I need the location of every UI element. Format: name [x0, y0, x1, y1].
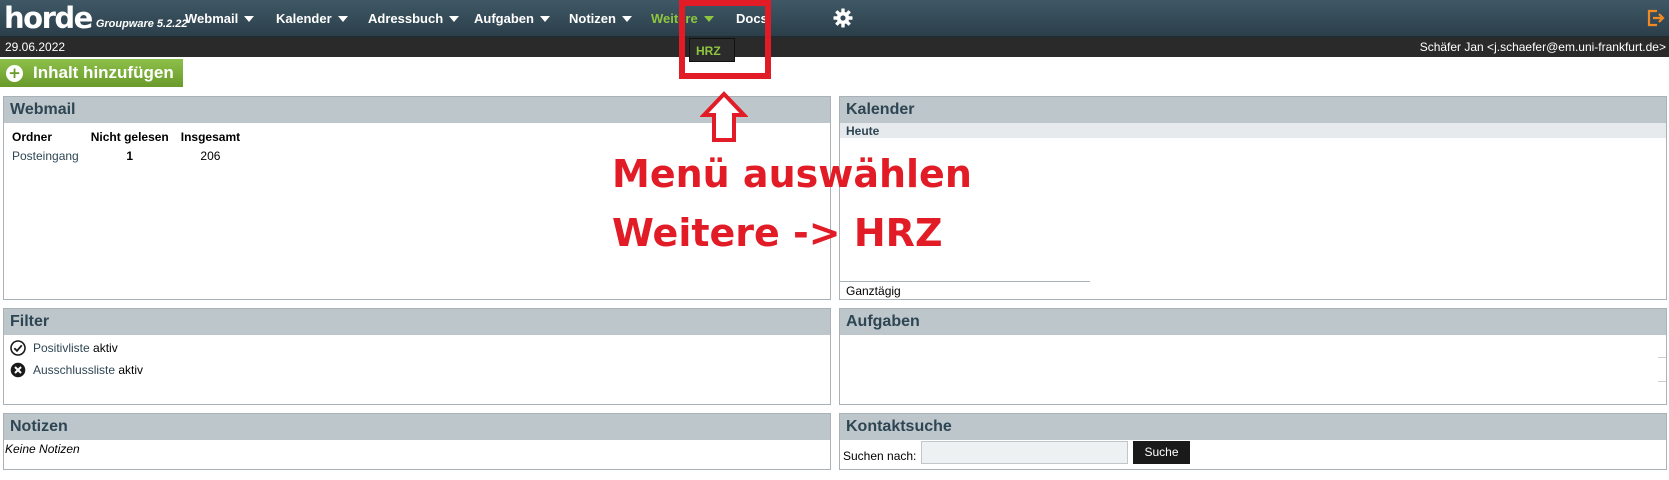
add-content-button[interactable]: + Inhalt hinzufügen — [0, 59, 183, 87]
annotation-line-2: Weitere -> HRZ — [612, 211, 943, 255]
horde-logo[interactable]: horde Groupware 5.2.22 — [4, 0, 188, 37]
top-navigation-bar: horde Groupware 5.2.22 Webmail Kalender … — [0, 0, 1669, 37]
current-date: 29.06.2022 — [5, 40, 66, 54]
kalender-portlet-title: Kalender — [840, 97, 1666, 123]
chevron-down-icon — [244, 15, 255, 22]
notizen-portlet: Notizen Keine Notizen — [3, 413, 831, 470]
all-day-label: Ganztägig — [840, 281, 1090, 300]
empty-notes-text: Keine Notizen — [5, 442, 80, 456]
logo-version: Groupware 5.2.22 — [95, 18, 188, 30]
kalender-portlet: Kalender Heute Ganztägig — [839, 96, 1667, 300]
logout-icon[interactable] — [1646, 8, 1666, 28]
list-item: Positivliste aktiv — [10, 340, 118, 356]
divider — [1658, 357, 1666, 358]
aufgaben-portlet: Aufgaben — [839, 308, 1667, 405]
unread-count: 1 — [126, 149, 134, 163]
aufgaben-portlet-title: Aufgaben — [840, 309, 1666, 335]
plus-circle-icon: + — [6, 64, 23, 82]
column-header-total: Insgesamt — [180, 130, 241, 144]
nav-aufgaben-label: Aufgaben — [474, 11, 534, 26]
filter-status: aktiv — [118, 363, 144, 377]
list-item: Ausschlussliste aktiv — [10, 362, 143, 378]
notizen-portlet-title: Notizen — [4, 414, 830, 440]
logo-word: horde — [4, 1, 93, 35]
chevron-down-icon — [621, 15, 632, 22]
folder-link-posteingang[interactable]: Posteingang — [12, 149, 79, 163]
kontaktsuche-portlet-title: Kontaktsuche — [840, 414, 1666, 440]
table-header-row: Ordner Nicht gelesen Insgesamt — [12, 128, 252, 149]
today-header: Heute — [840, 123, 1666, 138]
column-header-folder: Ordner — [12, 130, 53, 144]
info-bar: 29.06.2022 Schäfer Jan <j.schaefer@em.un… — [0, 37, 1669, 57]
chevron-down-icon — [449, 15, 460, 22]
nav-adressbuch-label: Adressbuch — [368, 11, 444, 26]
filter-portlet-title: Filter — [4, 309, 830, 335]
nav-notizen-label: Notizen — [569, 11, 616, 26]
search-label: Suchen nach: — [843, 449, 917, 463]
annotation-line-1: Menü auswählen — [612, 152, 972, 196]
nav-kalender[interactable]: Kalender — [276, 0, 348, 37]
contact-search-input[interactable] — [921, 441, 1128, 464]
column-header-unread: Nicht gelesen — [90, 130, 169, 144]
horde-window: horde Groupware 5.2.22 Webmail Kalender … — [0, 0, 1669, 480]
filter-status: aktiv — [93, 341, 118, 355]
filter-portlet: Filter Positivliste aktiv Ausschlusslist… — [3, 308, 831, 405]
search-button[interactable]: Suche — [1133, 441, 1190, 464]
chevron-down-icon — [539, 15, 550, 22]
highlight-box — [679, 0, 771, 79]
add-content-label: Inhalt hinzufügen — [33, 63, 174, 82]
filter-link-ausschlussliste[interactable]: Ausschlussliste — [33, 363, 115, 377]
nav-adressbuch[interactable]: Adressbuch — [368, 0, 460, 37]
check-circle-icon — [10, 340, 26, 356]
total-count: 206 — [200, 149, 221, 163]
mail-folder-table: Ordner Nicht gelesen Insgesamt Posteinga… — [12, 128, 252, 163]
user-identity[interactable]: Schäfer Jan <j.schaefer@em.uni-frankfurt… — [1420, 40, 1666, 54]
kontaktsuche-portlet: Kontaktsuche Suchen nach: Suche — [839, 413, 1667, 470]
arrow-up-icon — [700, 91, 748, 142]
chevron-down-icon — [337, 15, 348, 22]
divider — [1658, 381, 1666, 382]
nav-notizen[interactable]: Notizen — [569, 0, 632, 37]
nav-kalender-label: Kalender — [276, 11, 332, 26]
table-row: Posteingang 1 206 — [12, 149, 252, 163]
nav-aufgaben[interactable]: Aufgaben — [474, 0, 550, 37]
nav-webmail-label: Webmail — [185, 11, 239, 26]
filter-link-positivliste[interactable]: Positivliste — [33, 341, 90, 355]
nav-webmail[interactable]: Webmail — [185, 0, 255, 37]
gear-icon[interactable] — [833, 8, 853, 28]
x-circle-icon — [10, 362, 26, 378]
